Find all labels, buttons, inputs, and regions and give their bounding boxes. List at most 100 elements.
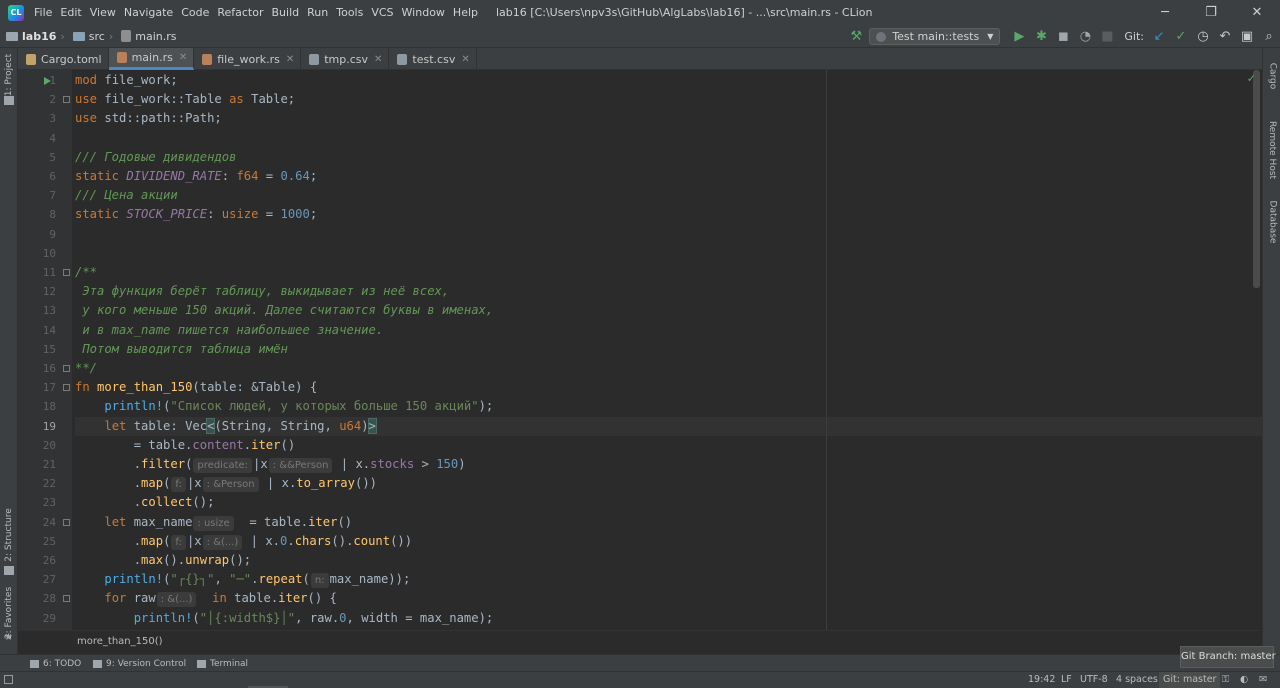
git-history-icon[interactable]: ◷ [1192,26,1214,48]
code-line[interactable]: static DIVIDEND_RATE: f64 = 0.64; [75,167,317,186]
line-separator[interactable]: LF [1061,672,1072,688]
tab-test-csv[interactable]: test.csv ✕ [389,48,477,70]
fold-marker-icon[interactable] [63,365,70,372]
breadcrumb-function[interactable]: more_than_150() [77,636,163,647]
code-editor[interactable]: 1 2 3 4 5 6 7 8 9 10 11 12 13 14 15 16 17 18 19 20 21 22 23 24 2… [18,70,1262,630]
breadcrumb-project[interactable]: lab16 › [0,30,67,43]
file-encoding[interactable]: UTF-8 [1080,672,1108,688]
breadcrumb-folder[interactable]: src › [67,30,115,43]
search-everywhere-icon[interactable]: ⌕ [1258,26,1280,48]
menu-tools[interactable]: Tools [332,0,367,25]
code-line[interactable]: let table: Vec<(String, String, u64)> [75,416,1262,436]
menu-code[interactable]: Code [177,0,213,25]
tab-main-rs[interactable]: main.rs ✕ [108,48,195,70]
git-update-icon[interactable]: ↙ [1148,26,1170,48]
code-token: 0 [339,610,347,625]
git-branch-widget[interactable]: Git: master [1159,672,1221,688]
profile-icon[interactable]: ◔ [1074,26,1096,48]
code-line[interactable]: let max_name: usize = table.iter() [75,513,352,532]
editor-scrollbar[interactable] [1253,70,1260,288]
maximize-button[interactable]: ❐ [1188,0,1234,25]
code-line[interactable]: static STOCK_PRICE: usize = 1000; [75,205,317,224]
fold-marker-icon[interactable] [63,96,70,104]
close-tab-icon[interactable]: ✕ [374,54,382,65]
menu-help[interactable]: Help [449,0,482,25]
close-tab-icon[interactable]: ✕ [179,52,187,63]
menu-file[interactable]: File [30,0,56,25]
menu-build[interactable]: Build [268,0,304,25]
memory-icon[interactable]: ◐ [1240,672,1248,688]
menu-refactor[interactable]: Refactor [213,0,267,25]
close-window-button[interactable]: ✕ [1234,0,1280,25]
code-line[interactable]: = table.content.iter() [75,436,295,455]
tool-tab-cargo[interactable]: Cargo [1263,56,1280,96]
code-line[interactable]: .map(f: |x: &Person | x.to_array()) [75,474,377,493]
indent-setting[interactable]: 4 spaces [1116,672,1158,688]
tool-tab-terminal[interactable]: Terminal [197,656,248,671]
fold-marker-icon[interactable] [63,518,70,526]
tool-tab-project[interactable]: 1: Project [0,50,18,100]
close-tab-icon[interactable]: ✕ [461,54,469,65]
notifications-icon[interactable]: ✉ [1259,672,1267,688]
fold-marker-icon[interactable] [63,595,70,603]
tool-tab-structure[interactable]: 2: Structure [0,500,18,570]
menu-window[interactable]: Window [398,0,449,25]
code-line[interactable]: println!("Список людей, у которых больше… [75,397,493,416]
run-configuration-select[interactable]: Test main::tests ▼ [869,28,1001,45]
code-token: repeat [258,572,303,587]
code-line[interactable]: for raw: &(...) in table.iter() { [75,589,337,608]
close-tab-icon[interactable]: ✕ [286,54,294,65]
code-line[interactable]: /** [75,263,97,282]
code-line[interactable]: Эта функция берёт таблицу, выкидывает из… [75,282,449,301]
code-line[interactable]: println!("│{:width$}│", raw.0, width = m… [75,609,494,628]
menu-vcs[interactable]: VCS [367,0,397,25]
code-token: = table. [75,437,193,452]
tool-tab-database[interactable]: Database [1263,194,1280,250]
tool-tab-remote-host[interactable]: Remote Host [1263,116,1280,184]
menu-edit[interactable]: Edit [56,0,85,25]
tab-tmp-csv[interactable]: tmp.csv ✕ [301,48,390,70]
code-line[interactable]: **/ [75,359,97,378]
code-line[interactable]: и в max_name пишется наибольшее значение… [75,321,383,340]
menu-navigate[interactable]: Navigate [120,0,177,25]
code-line[interactable]: use std::path::Path; [75,109,222,128]
tool-windows-toggle-icon[interactable] [4,675,13,684]
code-line[interactable]: .collect(); [75,493,215,512]
build-hammer-icon[interactable]: ⚒ [845,26,867,48]
code-line[interactable]: .max().unwrap(); [75,551,251,570]
code-line[interactable]: /// Цена акции [75,186,178,205]
tab-file-work-rs[interactable]: file_work.rs ✕ [194,48,302,70]
code-line[interactable]: fn more_than_150(table: &Table) { [75,378,317,397]
code-token: "Список людей, у которых больше 150 акци… [170,399,479,414]
tool-tab-todo[interactable]: 6: TODO [30,656,81,671]
tool-tab-version-control[interactable]: 9: Version Control [93,656,186,671]
code-line[interactable]: mod file_work; [75,71,178,90]
git-commit-icon[interactable]: ✓ [1170,26,1192,48]
code-line[interactable]: use file_work::Table as Table; [75,90,295,109]
debug-icon[interactable]: ✱ [1030,26,1052,48]
menu-run[interactable]: Run [303,0,332,25]
fold-marker-icon[interactable] [63,384,70,392]
fold-marker-icon[interactable] [63,269,70,276]
minimize-button[interactable]: ─ [1142,0,1188,25]
breadcrumb-file[interactable]: main.rs [115,30,176,43]
code-area[interactable]: mod file_work; use file_work::Table as Ta… [75,70,1262,630]
project-structure-icon[interactable]: ▣ [1236,26,1258,48]
code-line[interactable]: Потом выводится таблица имён [75,340,287,359]
code-line[interactable]: .filter(predicate: |x: &&Person | x.stock… [75,455,466,474]
caret-position[interactable]: 19:42 [1028,672,1055,688]
run-icon[interactable]: ▶ [1008,26,1030,48]
code-line[interactable]: у кого меньше 150 акций. Далее считаются… [75,301,493,320]
lock-icon[interactable]: ⚿ [1222,672,1229,688]
code-line[interactable]: println!("┌{}┐", "─".repeat(n: max_name))… [75,570,410,589]
menu-view[interactable]: View [86,0,120,25]
git-rollback-icon[interactable]: ↶ [1214,26,1236,48]
coverage-icon[interactable]: ◼ [1052,26,1074,48]
code-line[interactable]: .map(f: |x: &(...) | x.0.chars().count()) [75,532,412,551]
stop-icon[interactable]: ■ [1096,26,1118,48]
code-line[interactable]: /// Годовые дивидендов [75,148,236,167]
run-gutter-icon[interactable] [44,76,51,85]
inspection-ok-icon[interactable]: ✓ [1247,72,1256,85]
tab-cargo-toml[interactable]: Cargo.toml [18,48,109,70]
